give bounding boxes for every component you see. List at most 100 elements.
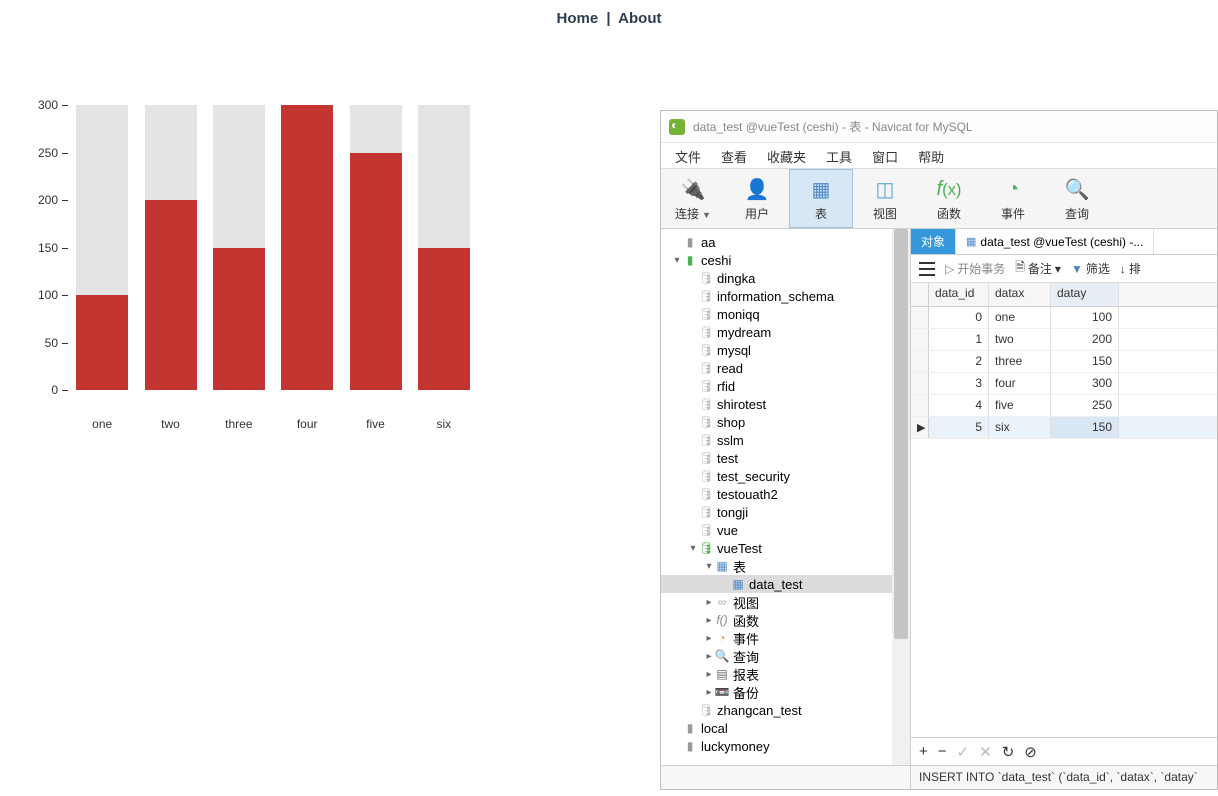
col-header-data-id[interactable]: data_id xyxy=(929,283,989,306)
nav-home[interactable]: Home xyxy=(556,10,598,27)
tree-item[interactable]: 🛢information_schema xyxy=(661,287,910,305)
cell-datay[interactable]: 300 xyxy=(1051,373,1119,394)
row-marker: ▶ xyxy=(911,417,929,438)
tree-item[interactable]: ▸📼备份 xyxy=(661,683,910,701)
toolbar-user[interactable]: 👤用户 xyxy=(725,169,789,228)
tree-item[interactable]: 🛢moniqq xyxy=(661,305,910,323)
cell-datax[interactable]: three xyxy=(989,351,1051,372)
cell-data-id[interactable]: 5 xyxy=(929,417,989,438)
data-grid[interactable]: data_id datax datay 0one1001two2002three… xyxy=(911,283,1217,737)
cell-data-id[interactable]: 3 xyxy=(929,373,989,394)
tree-item[interactable]: ▾🛢vueTest xyxy=(661,539,910,557)
refresh-button[interactable]: ↻ xyxy=(1002,743,1015,761)
cell-data-id[interactable]: 1 xyxy=(929,329,989,350)
toolbar-table[interactable]: ▦表 xyxy=(789,169,853,228)
table-row[interactable]: 0one100 xyxy=(911,307,1217,329)
scrollbar-thumb[interactable] xyxy=(894,229,908,639)
tree-item[interactable]: 🛢zhangcan_test xyxy=(661,701,910,719)
tree-item[interactable]: ▸▤报表 xyxy=(661,665,910,683)
tree-item[interactable]: 🛢testouath2 xyxy=(661,485,910,503)
bar-chart[interactable]: 050100150200250300 onetwothreefourfivesi… xyxy=(30,105,490,415)
cell-datay[interactable]: 200 xyxy=(1051,329,1119,350)
tree-item[interactable]: ▸🔍查询 xyxy=(661,647,910,665)
status-bar: INSERT INTO `data_test` (`data_id`, `dat… xyxy=(661,765,1217,789)
tree-item[interactable]: 🛢tongji xyxy=(661,503,910,521)
cell-datax[interactable]: two xyxy=(989,329,1051,350)
x-label: four xyxy=(281,417,333,431)
cell-datay[interactable]: 250 xyxy=(1051,395,1119,416)
toolbar-event[interactable]: ◔事件 xyxy=(981,169,1045,228)
menu-item[interactable]: 文件 xyxy=(675,147,701,168)
cell-datax[interactable]: five xyxy=(989,395,1051,416)
table-row[interactable]: 1two200 xyxy=(911,329,1217,351)
tab-objects[interactable]: 对象 xyxy=(911,229,956,254)
row-marker xyxy=(911,395,929,416)
tree-item[interactable]: 🛢rfid xyxy=(661,377,910,395)
tree-item[interactable]: ▸◔事件 xyxy=(661,629,910,647)
cancel-button[interactable]: ✕ xyxy=(979,743,992,761)
tree-item[interactable]: 🛢shop xyxy=(661,413,910,431)
tree-item[interactable]: 🛢shirotest xyxy=(661,395,910,413)
menu-item[interactable]: 帮助 xyxy=(918,147,944,168)
menu-item[interactable]: 工具 xyxy=(826,147,852,168)
tree-item[interactable]: ▮luckymoney xyxy=(661,737,910,755)
nav-about[interactable]: About xyxy=(618,10,661,27)
delete-row-button[interactable]: − xyxy=(938,743,947,760)
menu-item[interactable]: 窗口 xyxy=(872,147,898,168)
connection-tree[interactable]: ▮aa▾▮ceshi🛢dingka🛢information_schema🛢mon… xyxy=(661,229,911,765)
tree-item[interactable]: 🛢dingka xyxy=(661,269,910,287)
grid-toolbar: ▷ 开始事务 🗎 备注 ▾ ▼ 筛选 ↓ 排 xyxy=(911,255,1217,283)
table-row[interactable]: 3four300 xyxy=(911,373,1217,395)
tree-item[interactable]: ▾▦表 xyxy=(661,557,910,575)
stop-button[interactable]: ⊘ xyxy=(1024,743,1037,761)
body: ▮aa▾▮ceshi🛢dingka🛢information_schema🛢mon… xyxy=(661,229,1217,765)
status-sql: INSERT INTO `data_test` (`data_id`, `dat… xyxy=(911,765,1217,789)
sort-button[interactable]: ↓ 排 xyxy=(1120,260,1141,277)
tree-item[interactable]: ▮local xyxy=(661,719,910,737)
begin-transaction-button[interactable]: ▷ 开始事务 xyxy=(945,260,1005,277)
col-header-datax[interactable]: datax xyxy=(989,283,1051,306)
row-header-corner xyxy=(911,283,929,306)
tree-item[interactable]: ▸∞视图 xyxy=(661,593,910,611)
tree-item[interactable]: ▮aa xyxy=(661,233,910,251)
tree-item[interactable]: ▸f()函数 xyxy=(661,611,910,629)
tree-item[interactable]: 🛢test_security xyxy=(661,467,910,485)
toolbar-fx[interactable]: f(x)函数 xyxy=(917,169,981,228)
apply-button[interactable]: ✓ xyxy=(957,743,970,761)
memo-button[interactable]: 🗎 备注 ▾ xyxy=(1015,258,1061,279)
cell-datax[interactable]: four xyxy=(989,373,1051,394)
table-row[interactable]: 4five250 xyxy=(911,395,1217,417)
toolbar-plug[interactable]: 🔌连接▼ xyxy=(661,169,725,228)
table-row[interactable]: ▶5six150 xyxy=(911,417,1217,439)
cell-data-id[interactable]: 4 xyxy=(929,395,989,416)
cell-data-id[interactable]: 0 xyxy=(929,307,989,328)
cell-data-id[interactable]: 2 xyxy=(929,351,989,372)
row-marker xyxy=(911,351,929,372)
tree-item[interactable]: 🛢vue xyxy=(661,521,910,539)
col-header-datay[interactable]: datay xyxy=(1051,283,1119,306)
top-nav: Home | About xyxy=(0,0,1218,37)
tab-data-test[interactable]: ▦ data_test @vueTest (ceshi) -... xyxy=(956,229,1154,254)
cell-datax[interactable]: one xyxy=(989,307,1051,328)
tree-scrollbar[interactable] xyxy=(892,229,910,765)
tree-item[interactable]: 🛢sslm xyxy=(661,431,910,449)
cell-datay[interactable]: 150 xyxy=(1051,351,1119,372)
cell-datay[interactable]: 100 xyxy=(1051,307,1119,328)
toolbar-view[interactable]: ◫视图 xyxy=(853,169,917,228)
filter-button[interactable]: ▼ 筛选 xyxy=(1071,260,1110,277)
hamburger-icon[interactable] xyxy=(919,262,935,276)
menu-item[interactable]: 查看 xyxy=(721,147,747,168)
cell-datay[interactable]: 150 xyxy=(1051,417,1119,438)
tree-item[interactable]: 🛢mysql xyxy=(661,341,910,359)
tree-item[interactable]: 🛢read xyxy=(661,359,910,377)
menu-item[interactable]: 收藏夹 xyxy=(767,147,806,168)
tree-item[interactable]: ▦data_test xyxy=(661,575,910,593)
toolbar-query[interactable]: 🔍查询 xyxy=(1045,169,1109,228)
cell-datax[interactable]: six xyxy=(989,417,1051,438)
add-row-button[interactable]: + xyxy=(919,743,928,760)
tree-item[interactable]: 🛢test xyxy=(661,449,910,467)
table-row[interactable]: 2three150 xyxy=(911,351,1217,373)
row-marker xyxy=(911,373,929,394)
tree-item[interactable]: ▾▮ceshi xyxy=(661,251,910,269)
tree-item[interactable]: 🛢mydream xyxy=(661,323,910,341)
